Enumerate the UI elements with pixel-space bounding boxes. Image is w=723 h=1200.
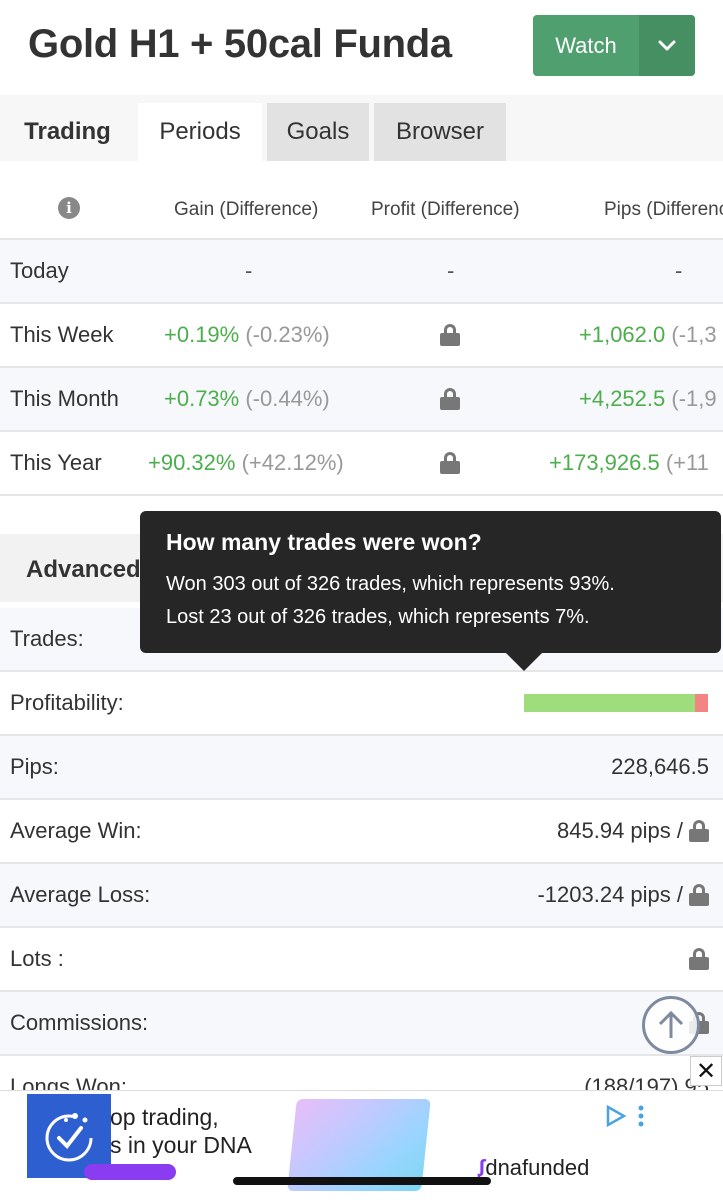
row-label: Today [10, 258, 69, 283]
gain-cell: +90.32% (+42.12%) [148, 432, 344, 494]
stat-label: Average Loss: [10, 882, 151, 907]
adchoices-icon[interactable] [604, 1105, 626, 1127]
stat-label: Profitability: [10, 690, 124, 715]
stat-value-cell: -1203.24 pips / [537, 864, 709, 926]
close-ad-button[interactable]: ✕ [690, 1056, 722, 1086]
watch-label[interactable]: Watch [533, 15, 639, 76]
stat-row-pips: Pips: 228,646.5 [0, 736, 723, 800]
stat-row-profitability: Profitability: [0, 672, 723, 736]
pips-value: - [675, 258, 683, 283]
arrow-up-icon [658, 1010, 684, 1038]
pips-diff: (-1,3 [671, 322, 717, 347]
column-header-profit: Profit (Difference) [371, 199, 520, 220]
pips-diff: (-1,9 [671, 386, 717, 411]
gain-diff: (-0.44%) [245, 386, 330, 411]
pips-value: +1,062.0 [579, 322, 666, 347]
profit-cell [440, 304, 460, 366]
ad-brand: ᶘdnafunded [478, 1155, 589, 1181]
gain-value: +0.19% [164, 322, 240, 347]
ad-brand-name: dnafunded [485, 1155, 590, 1180]
periods-table: i Gain (Difference) Profit (Difference) … [0, 161, 723, 496]
gain-value: - [245, 258, 253, 283]
lock-icon [440, 388, 460, 410]
stat-label: Pips: [10, 754, 59, 779]
trades-won-tooltip: How many trades were won? Won 303 out of… [140, 511, 721, 671]
periods-table-header: i Gain (Difference) Profit (Difference) … [0, 161, 723, 240]
stat-value: -1203.24 pips / [537, 882, 683, 907]
profitability-won-fill [524, 694, 696, 712]
stat-row-average-win: Average Win: 845.94 pips / [0, 800, 723, 864]
stat-row-average-loss: Average Loss: -1203.24 pips / [0, 864, 723, 928]
gain-cell: +0.19% (-0.23%) [164, 304, 330, 366]
info-icon[interactable]: i [58, 197, 80, 219]
lock-icon [689, 884, 709, 906]
stat-label: Commissions: [10, 1010, 149, 1035]
pips-diff: (+11 [665, 450, 709, 475]
stat-value: 845.94 pips / [557, 818, 683, 843]
watch-dropdown-button[interactable] [639, 15, 695, 76]
lock-icon [689, 820, 709, 842]
row-label: This Year [10, 450, 102, 475]
table-row-this-month: This Month +0.73% (-0.44%) +4,252.5 (-1,… [0, 368, 723, 432]
chevron-down-icon [658, 40, 676, 50]
table-row-this-year: This Year +90.32% (+42.12%) +173,926.5 (… [0, 432, 723, 496]
tab-browser[interactable]: Browser [374, 103, 506, 161]
row-label: This Month [10, 386, 119, 411]
tab-periods[interactable]: Periods [138, 103, 262, 161]
stat-label: Trades: [10, 626, 84, 651]
tooltip-won-line: Won 303 out of 326 trades, which represe… [166, 573, 615, 595]
stat-row-commissions: Commissions: [0, 992, 723, 1056]
tooltip-lost-line: Lost 23 out of 326 trades, which represe… [166, 606, 590, 628]
column-header-pips: Pips (Difference) [604, 199, 723, 220]
profit-cell [440, 432, 460, 494]
gain-value: +90.32% [148, 450, 236, 475]
pips-value: +173,926.5 [549, 450, 660, 475]
tab-goals[interactable]: Goals [267, 103, 369, 161]
table-row-this-week: This Week +0.19% (-0.23%) +1,062.0 (-1,3 [0, 304, 723, 368]
dna-check-icon [45, 1113, 93, 1162]
pips-value: +4,252.5 [579, 386, 666, 411]
pips-cell: +1,062.0 (-1,3 [579, 304, 717, 366]
stat-value-cell: 845.94 pips / [557, 800, 709, 862]
row-label: This Week [10, 322, 114, 347]
pips-cell: +4,252.5 (-1,9 [579, 368, 717, 430]
page-title: Gold H1 + 50cal Funda [28, 22, 452, 66]
profit-cell [440, 368, 460, 430]
column-header-gain: Gain (Difference) [174, 199, 319, 220]
home-indicator[interactable] [233, 1177, 491, 1185]
ad-headline: op trading, s in your DNA [110, 1103, 252, 1159]
ad-cta-pill[interactable] [84, 1164, 176, 1180]
tooltip-title: How many trades were won? [166, 529, 482, 555]
pips-cell: +173,926.5 (+11 [549, 432, 709, 494]
table-row-today: Today - - - [0, 240, 723, 304]
scroll-to-top-button[interactable] [642, 996, 700, 1054]
advanced-title: Advanced [26, 556, 141, 583]
gain-diff: (+42.12%) [241, 450, 344, 475]
lock-icon [440, 324, 460, 346]
ad-line-1: op trading, [110, 1104, 219, 1130]
watch-button[interactable]: Watch [533, 15, 695, 76]
stat-value: 228,646.5 [611, 754, 709, 779]
profitability-bar[interactable] [524, 694, 708, 712]
stat-row-lots: Lots : [0, 928, 723, 992]
gain-value: +0.73% [164, 386, 240, 411]
stat-label: Lots : [10, 946, 64, 971]
ad-line-2: s in your DNA [110, 1132, 252, 1158]
gain-cell: +0.73% (-0.44%) [164, 368, 330, 430]
gain-diff: (-0.23%) [245, 322, 330, 347]
lock-icon [689, 948, 709, 970]
tab-trading[interactable]: Trading [0, 103, 135, 161]
tab-bar: Trading Periods Goals Browser [0, 95, 723, 161]
lock-icon [440, 452, 460, 474]
stat-label: Average Win: [10, 818, 142, 843]
page-header: Gold H1 + 50cal Funda Watch [0, 0, 723, 95]
more-options-icon[interactable] [636, 1105, 646, 1127]
stat-value-cell [689, 928, 709, 990]
profit-value: - [447, 258, 455, 283]
